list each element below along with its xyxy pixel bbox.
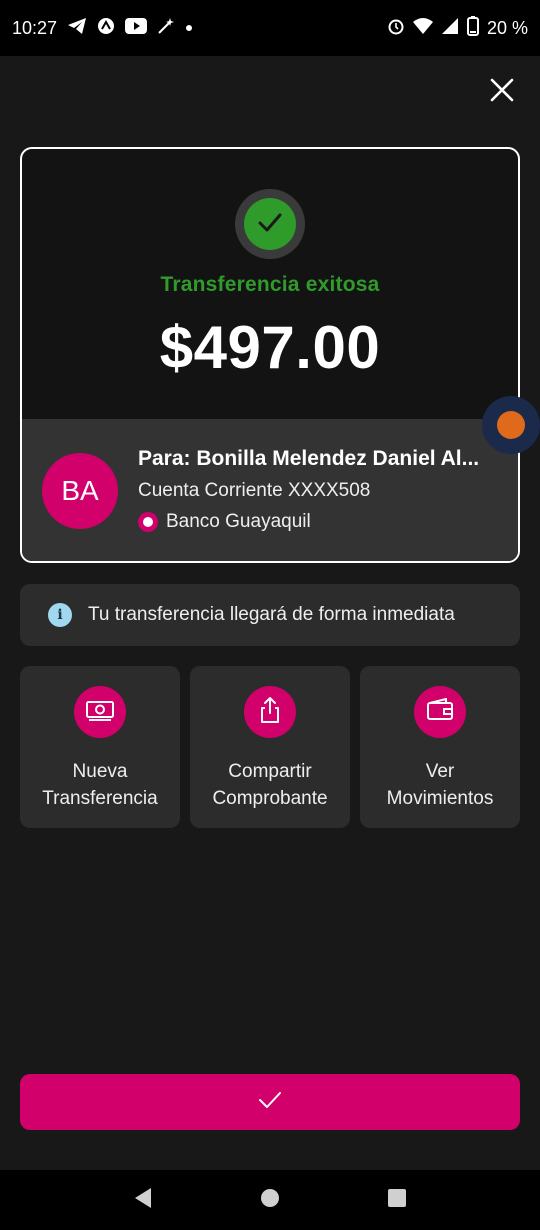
share-receipt-button[interactable]: Compartir Comprobante — [190, 666, 350, 828]
home-circle-icon — [260, 1188, 280, 1213]
assistant-icon — [497, 411, 525, 439]
home-button[interactable] — [250, 1180, 290, 1220]
new-transfer-label: Nueva Transferencia — [42, 761, 158, 809]
wallet-icon — [426, 697, 454, 727]
view-movements-label: Ver Movimientos — [386, 761, 494, 809]
floating-assistant-bubble[interactable] — [482, 396, 540, 454]
close-button[interactable] — [484, 74, 520, 110]
new-transfer-button[interactable]: Nueva Transferencia — [20, 666, 180, 828]
signal-icon — [441, 17, 459, 40]
recents-button[interactable] — [377, 1180, 417, 1220]
info-banner: i Tu transferencia llegará de forma inme… — [20, 584, 520, 646]
action-cards: Nueva Transferencia Compartir Comprobant… — [20, 666, 520, 828]
dot-icon — [185, 19, 193, 37]
view-movements-button[interactable]: Ver Movimientos — [360, 666, 520, 828]
wifi-icon — [412, 17, 433, 39]
bank-name: Banco Guayaquil — [166, 511, 311, 532]
transfer-amount: $497.00 — [159, 314, 381, 381]
alarm-icon — [387, 17, 405, 40]
back-triangle-icon — [133, 1187, 153, 1214]
recipient-section: BA Para: Bonilla Melendez Daniel Al... C… — [22, 419, 518, 561]
transfer-receipt-card: Transferencia exitosa $497.00 BA Para: B… — [20, 147, 520, 563]
bank-logo-icon — [138, 512, 158, 532]
money-icon — [85, 698, 115, 727]
telegram-icon — [67, 17, 87, 40]
battery-level: 20 % — [486, 17, 528, 38]
checkmark-icon — [258, 1090, 282, 1115]
status-time: 10:27 — [12, 17, 58, 38]
system-navigation-bar — [0, 1170, 540, 1230]
close-icon — [490, 78, 514, 107]
recipient-account: Cuenta Corriente XXXX508 — [138, 480, 371, 501]
magic-wand-icon — [157, 17, 175, 40]
info-message: Tu transferencia llegará de forma inmedi… — [88, 604, 455, 625]
battery-icon — [466, 15, 479, 41]
share-receipt-label: Compartir Comprobante — [212, 761, 328, 809]
recipient-bank: Banco Guayaquil — [138, 511, 311, 533]
share-icon — [257, 696, 283, 729]
status-bar: 10:27 20 % — [0, 0, 540, 56]
back-button[interactable] — [123, 1180, 163, 1220]
youtube-icon — [125, 17, 148, 39]
info-icon: i — [48, 603, 72, 627]
confirm-button[interactable] — [20, 1074, 520, 1130]
transfer-status: Transferencia exitosa — [160, 273, 380, 296]
success-badge — [235, 189, 305, 259]
checkmark-icon — [256, 208, 284, 241]
avatar: BA — [42, 453, 118, 529]
app-notification-icon — [97, 17, 115, 40]
recipient-name: Para: Bonilla Melendez Daniel Al... — [138, 447, 480, 470]
recents-square-icon — [387, 1188, 407, 1213]
